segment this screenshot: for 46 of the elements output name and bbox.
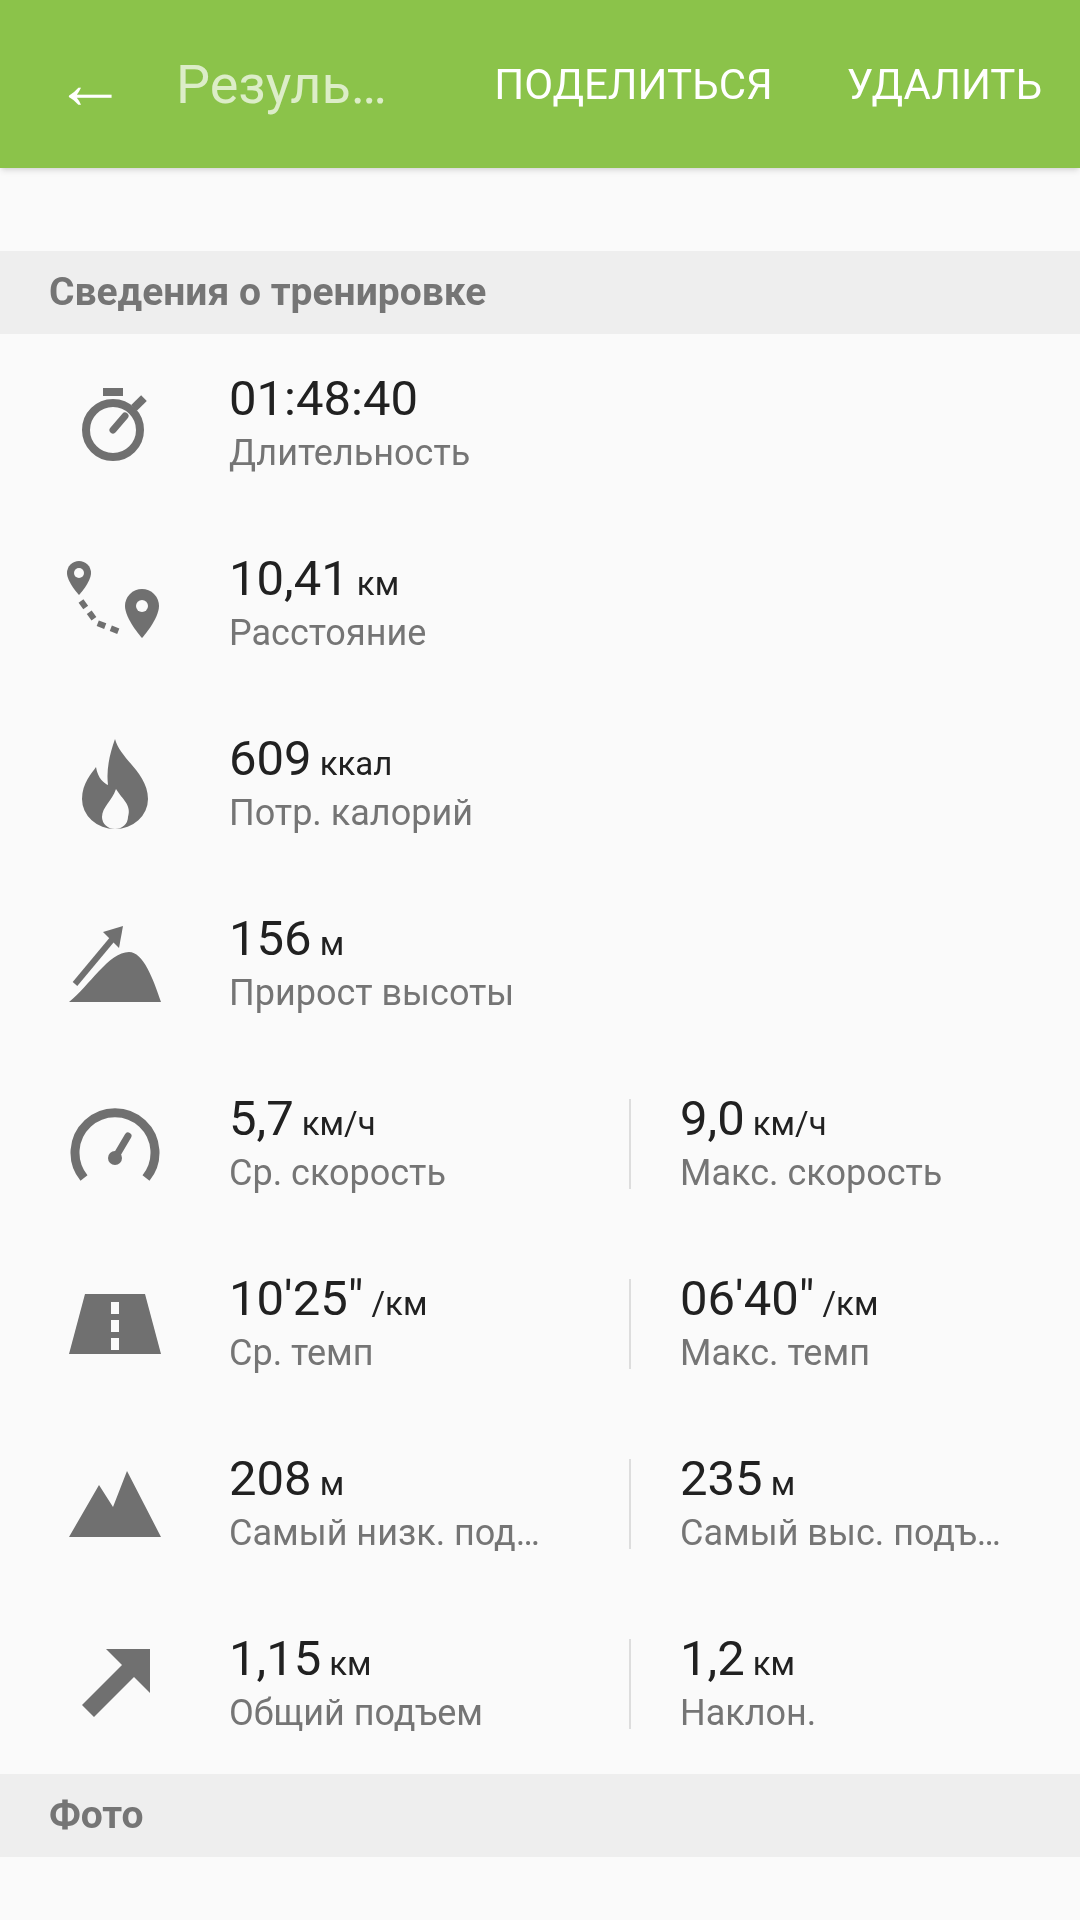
speedometer-icon xyxy=(69,1106,160,1182)
stat-unit: м xyxy=(770,1462,796,1505)
stat-unit: км xyxy=(356,562,400,605)
stat-value: 01:48:40 xyxy=(229,370,418,428)
stat-value: 156 xyxy=(229,909,312,968)
stat-label: Самый низк. под… xyxy=(229,1511,541,1557)
stat-unit: м xyxy=(319,922,345,965)
stat-value: 9,0 xyxy=(680,1089,745,1148)
stat-label: Прирост высоты xyxy=(229,971,516,1017)
section-title: Фото xyxy=(49,1791,144,1841)
stat-unit: км/ч xyxy=(301,1102,376,1145)
stat-value: 1,2 xyxy=(680,1629,745,1688)
stat-value: 10'25" xyxy=(229,1269,364,1328)
stat-label: Наклон. xyxy=(680,1691,817,1737)
stat-label: Макс. скорость xyxy=(680,1151,943,1197)
stat-label: Длительность xyxy=(229,431,472,476)
back-button[interactable]: ← xyxy=(54,48,120,120)
stat-label: Расстояние xyxy=(229,611,428,657)
stat-value: 235 xyxy=(680,1449,763,1508)
action-button[interactable]: ПОДЕЛИТЬСЯ xyxy=(494,52,773,116)
stat-value: 10,41 xyxy=(229,549,349,608)
stat-label: Самый выс. подъ… xyxy=(680,1511,1001,1557)
stat-label: Ср. скорость xyxy=(229,1151,447,1197)
stat-unit: м xyxy=(319,1462,345,1505)
section-title: Сведения о тренировке xyxy=(49,268,487,318)
stat-label: Потр. калорий xyxy=(229,791,474,837)
mountain-arrow-icon xyxy=(68,926,161,1002)
stat-unit: км/ч xyxy=(752,1102,827,1145)
screen-title: Резуль… xyxy=(176,51,387,118)
mountains-icon xyxy=(68,1471,161,1537)
stat-unit: км xyxy=(329,1642,372,1685)
stat-value: 609 xyxy=(229,729,312,788)
stat-unit: /км xyxy=(822,1282,879,1325)
stat-unit: /км xyxy=(371,1282,428,1325)
stat-value: 1,15 xyxy=(229,1629,322,1688)
stat-label: Общий подъем xyxy=(229,1691,485,1737)
stat-unit: ккал xyxy=(319,742,393,785)
flame-icon xyxy=(79,739,150,829)
stat-label: Ср. темп xyxy=(229,1331,375,1377)
stat-value: 06'40" xyxy=(680,1269,815,1328)
road-icon xyxy=(68,1294,161,1354)
stat-value: 208 xyxy=(229,1449,312,1508)
stat-unit: км xyxy=(752,1642,796,1685)
stat-value: 5,7 xyxy=(229,1089,294,1148)
action-button[interactable]: УДАЛИТЬ xyxy=(846,52,1042,116)
stat-label: Макс. темп xyxy=(680,1331,871,1377)
